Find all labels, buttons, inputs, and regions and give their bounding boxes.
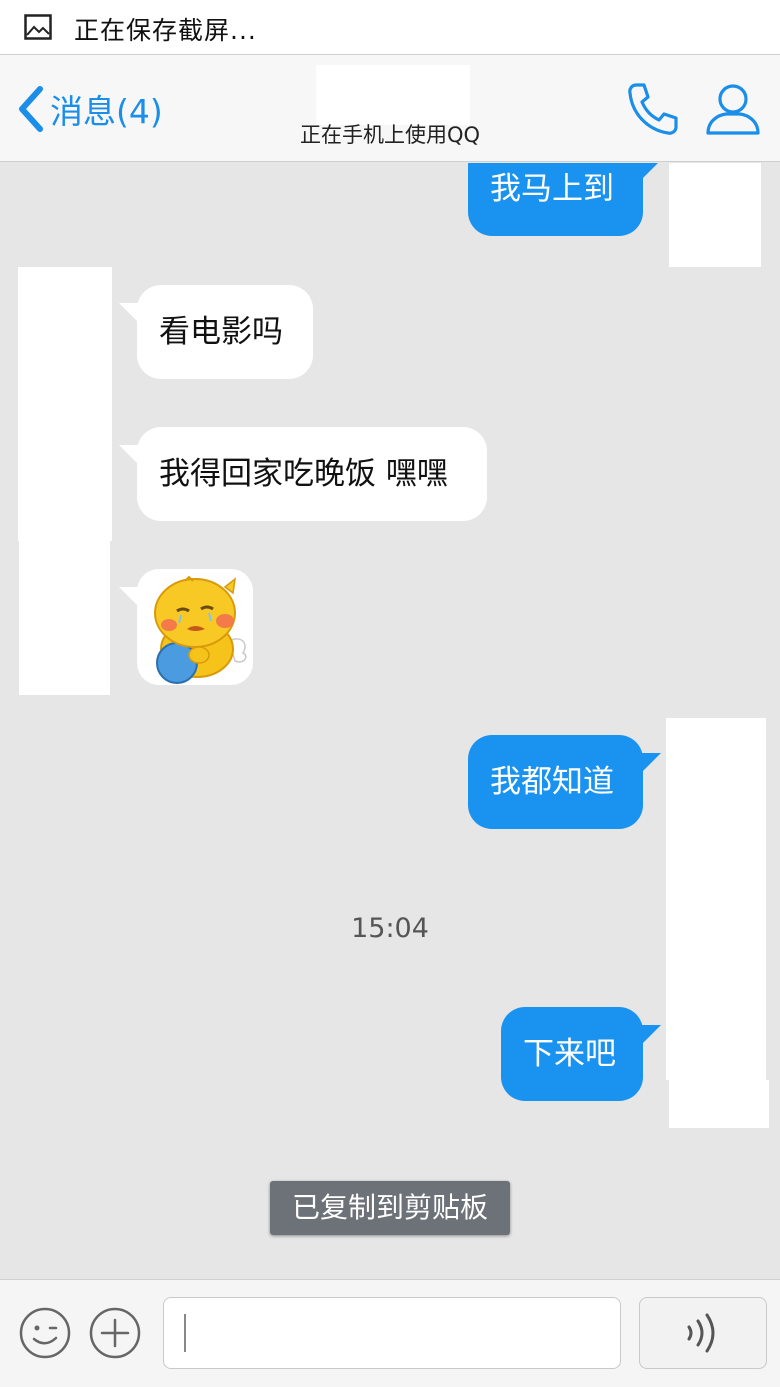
profile-icon[interactable]: [702, 79, 764, 139]
bubble-tail: [639, 753, 661, 775]
my-avatar[interactable]: [666, 718, 766, 1080]
status-bar: 正在保存截屏...: [0, 0, 780, 54]
plus-icon[interactable]: [88, 1306, 142, 1360]
yellow-creature-sticker: [154, 575, 247, 684]
my-avatar[interactable]: [669, 163, 761, 267]
message-bubble-out[interactable]: 我都知道: [468, 735, 661, 829]
chat-screen: 正在保存截屏... 消息(4) 正在手机上使用QQ 我马上到 看电影吗 我得回家…: [0, 0, 780, 1387]
voice-icon: [687, 1313, 715, 1353]
message-text: 我都知道: [490, 764, 614, 800]
sticker-message[interactable]: [119, 569, 253, 685]
message-text: 我得回家吃晚饭 嘿嘿: [159, 456, 448, 492]
message-timestamp: 15:04: [351, 913, 429, 944]
text-caret: [184, 1314, 186, 1352]
bubble-tail: [639, 1025, 661, 1047]
copied-toast: 已复制到剪贴板: [270, 1181, 510, 1235]
bubble-tail: [119, 303, 141, 325]
screenshot-icon: [24, 14, 52, 40]
contact-avatar[interactable]: [18, 267, 112, 541]
chat-messages[interactable]: 我马上到 看电影吗 我得回家吃晚饭 嘿嘿 我都知道 15:04 下来吧 已复制到…: [0, 163, 780, 1279]
bubble-tail: [639, 163, 658, 182]
message-bubble-out[interactable]: 我马上到: [468, 163, 658, 236]
my-avatar[interactable]: [669, 1080, 769, 1128]
emoji-icon[interactable]: [18, 1306, 72, 1360]
bubble-tail: [119, 587, 141, 609]
message-input-bar: [0, 1279, 780, 1387]
message-text: 看电影吗: [159, 314, 283, 350]
phone-icon[interactable]: [622, 79, 680, 139]
contact-name-redacted: [316, 65, 470, 125]
message-bubble-in[interactable]: 看电影吗: [119, 285, 313, 379]
message-text: 下来吧: [523, 1036, 616, 1072]
chat-header: 消息(4) 正在手机上使用QQ: [0, 54, 780, 162]
contact-avatar[interactable]: [19, 541, 110, 695]
message-bubble-in[interactable]: 我得回家吃晚饭 嘿嘿: [119, 427, 487, 521]
status-text: 正在保存截屏...: [74, 16, 257, 45]
message-bubble-out[interactable]: 下来吧: [501, 1007, 661, 1101]
message-text: 我马上到: [490, 171, 614, 207]
message-input[interactable]: [163, 1297, 621, 1369]
bubble-tail: [119, 445, 141, 467]
voice-button[interactable]: [639, 1297, 767, 1369]
